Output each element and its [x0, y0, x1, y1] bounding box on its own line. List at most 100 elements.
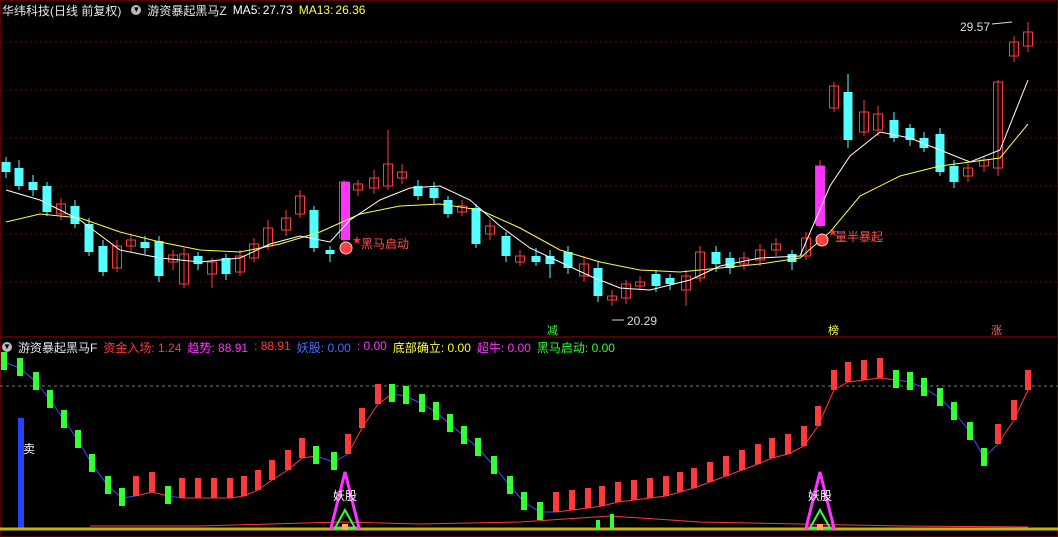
candle-23	[325, 250, 335, 254]
sub-field-1: 趋势: 88.91	[187, 340, 249, 355]
trend-bar-21	[313, 446, 319, 464]
trend-bar-26	[389, 384, 395, 402]
low-price-label: 20.29	[627, 314, 658, 328]
candle-41	[593, 268, 603, 296]
trend-bar-33	[491, 456, 497, 474]
signal-ball-0	[339, 241, 353, 255]
demon-stock-label-2: 妖股	[808, 489, 833, 503]
trend-bar-45	[677, 472, 683, 492]
sell-bar	[18, 418, 24, 530]
bottom-green-bar-1	[610, 514, 614, 529]
marker-rise: 涨	[991, 325, 1002, 337]
trend-bar-40	[599, 486, 605, 506]
trend-bar-8	[119, 488, 125, 506]
sub-field-2: : 88.91	[254, 338, 291, 353]
trend-bar-38	[569, 490, 575, 510]
chevron-down-icon[interactable]: ▼	[131, 5, 142, 15]
trend-bar-34	[507, 476, 513, 494]
signal-bar-1	[341, 182, 350, 240]
trend-bar-64	[967, 422, 973, 440]
candle-16	[221, 258, 231, 274]
trend-bar-13	[195, 478, 201, 498]
trend-bar-32	[475, 438, 481, 456]
trend-bar-22	[331, 452, 337, 470]
signal-ball-1	[815, 233, 829, 247]
candle-3	[42, 186, 52, 212]
candle-5	[70, 206, 80, 224]
chevron-down-icon[interactable]: ▼	[2, 342, 12, 352]
trend-bar-6	[89, 454, 95, 472]
sub-panel-header: ▼ 游资暴起黑马F 资金入场: 1.24 趋势: 88.91: 88.91 妖股: …	[0, 338, 627, 356]
trend-bar-4	[61, 410, 67, 428]
ma13-label: MA13:	[298, 3, 334, 17]
trend-bar-27	[403, 386, 409, 404]
candle-54	[787, 254, 797, 262]
candle-22	[309, 210, 319, 248]
trend-bar-63	[951, 402, 957, 420]
trend-bar-31	[461, 426, 467, 444]
trend-bar-60	[907, 372, 913, 390]
trend-bar-54	[815, 406, 821, 426]
trend-bar-67	[1011, 400, 1017, 420]
candle-37	[531, 256, 541, 262]
trend-bar-66	[995, 424, 1001, 444]
candle-35	[501, 236, 511, 256]
main-panel-header: 华纬科技 (日线 前复权) ▼ 游资暴起黑马Z MA5: 27.73 MA13:…	[0, 1, 371, 19]
trend-bar-23	[345, 434, 351, 454]
candle-1	[14, 168, 24, 186]
stock-name: 华纬科技	[2, 3, 51, 18]
trend-bar-28	[419, 394, 425, 412]
candle-58	[843, 92, 853, 140]
sub-indicator-name[interactable]: 游资暴起黑马F	[18, 339, 97, 356]
indicator-name[interactable]: 游资暴起黑马Z	[147, 2, 226, 19]
demon-base-mark-0	[342, 524, 348, 530]
trend-bar-35	[521, 492, 527, 510]
trend-bar-7	[105, 476, 111, 494]
trend-bar-9	[133, 476, 139, 496]
trend-bar-16	[241, 476, 247, 496]
candle-33	[471, 208, 481, 244]
trend-bar-53	[801, 426, 807, 446]
trend-bar-14	[211, 478, 217, 498]
trend-bar-2	[33, 372, 39, 390]
trend-bar-55	[831, 370, 837, 390]
period-label: (日线 前复权)	[50, 3, 122, 18]
candle-10	[140, 242, 150, 248]
sub-field-3: 妖股: 0.00	[296, 340, 351, 355]
trend-bar-50	[755, 444, 761, 464]
trend-bar-42	[631, 480, 637, 500]
kline-chart[interactable]: ★★	[0, 0, 1058, 537]
trend-bar-39	[585, 488, 591, 508]
candle-7	[98, 246, 108, 272]
trend-bar-11	[165, 486, 171, 504]
high-price-label: 29.57	[960, 20, 991, 34]
sub-field-6: 超牛: 0.00	[476, 340, 531, 355]
marker-list: 榜	[828, 325, 839, 337]
candle-65	[949, 166, 959, 182]
demon-base-mark-1	[817, 524, 823, 530]
trend-bar-19	[285, 450, 291, 470]
trend-bar-5	[75, 430, 81, 448]
ma13-value: 26.36	[335, 3, 366, 17]
candle-45	[651, 274, 661, 286]
sell-label: 卖	[23, 442, 36, 456]
demon-stock-label-1: 妖股	[333, 489, 358, 503]
candle-0	[1, 162, 11, 172]
trend-bar-48	[723, 456, 729, 476]
trend-bar-57	[861, 360, 867, 380]
sub-field-5: 底部确立: 0.00	[392, 340, 471, 355]
marker-reduce: 减	[547, 325, 558, 337]
trend-bar-47	[707, 462, 713, 482]
candle-14	[193, 256, 203, 264]
trend-bar-12	[179, 478, 185, 498]
trend-bar-41	[615, 482, 621, 502]
trend-bar-15	[227, 478, 233, 498]
trend-bar-25	[375, 384, 381, 404]
bottom-green-bar-0	[596, 520, 600, 529]
signal-bar-2	[816, 166, 825, 226]
trend-bar-59	[893, 370, 899, 388]
sub-indicator-fields: 资金入场: 1.24 趋势: 88.91: 88.91 妖股: 0.00: 0.00…	[103, 339, 621, 356]
trend-bar-43	[647, 478, 653, 498]
high-arrow	[991, 21, 1013, 25]
candle-30	[429, 188, 439, 198]
